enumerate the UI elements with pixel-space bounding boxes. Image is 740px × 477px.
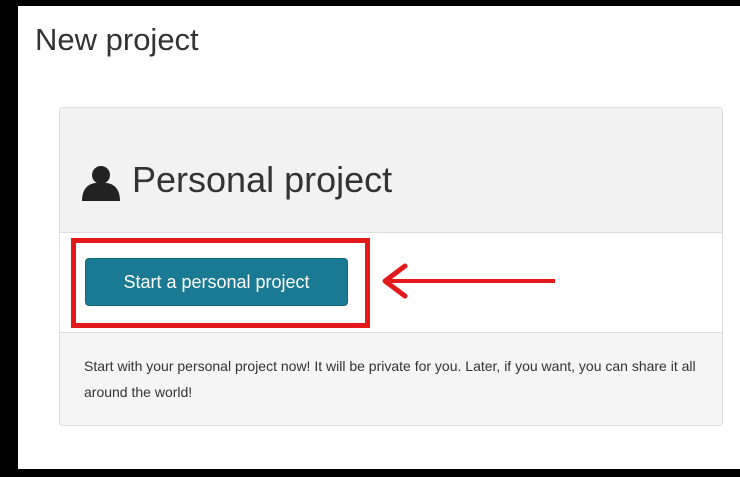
left-arrow-icon	[382, 263, 555, 299]
page-title: New project	[35, 22, 199, 57]
frame-border-bottom	[0, 469, 740, 477]
panel-title: Personal project	[132, 159, 393, 200]
panel-description: Start with your personal project now! It…	[84, 358, 696, 400]
frame-border-top	[0, 0, 740, 6]
panel-heading: Personal project	[60, 108, 722, 233]
panel-footer: Start with your personal project now! It…	[60, 333, 722, 425]
annotation-highlight-box	[71, 238, 370, 328]
user-icon	[82, 166, 120, 201]
frame-border-left	[0, 0, 18, 477]
